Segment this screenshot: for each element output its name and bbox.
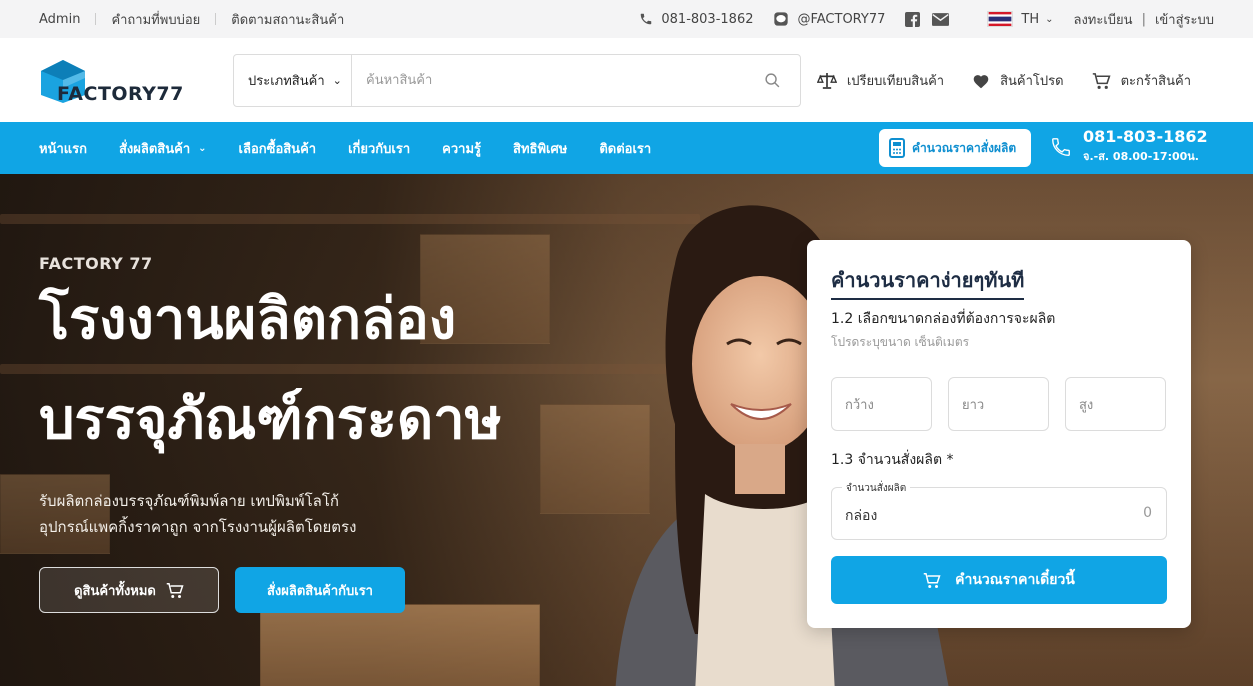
hero-description: รับผลิตกล่องบรรจุภัณฑ์พิมพ์ลาย เทปพิมพ์โ… (39, 488, 459, 540)
nav-item-contact[interactable]: ติดต่อเรา (599, 138, 651, 159)
nav-phone-number: 081-803-1862 (1083, 127, 1208, 146)
main-nav: หน้าแรก สั่งผลิตสินค้า ⌄ เลือกซื้อสินค้า… (0, 122, 1253, 174)
business-hours: จ.-ส. 08.00-17:00น. (1083, 150, 1199, 163)
favorites-label: สินค้าโปรด (1000, 74, 1064, 89)
calculate-price-label: คำนวณราคาสั่งผลิต (912, 140, 1017, 155)
compare-label: เปรียบเทียบสินค้า (846, 74, 945, 89)
site-header: FACTORY77 ประเภทสินค้า ⌄ เปรียบเทียบสินค… (0, 38, 1253, 122)
scale-icon (816, 73, 837, 89)
divider (95, 13, 97, 25)
search-icon (764, 73, 779, 88)
nav-phone-text: 081-803-1862 จ.-ส. 08.00-17:00น. (1083, 128, 1208, 165)
favorites-link[interactable]: สินค้าโปรด (972, 70, 1064, 91)
calculate-now-button[interactable]: คำนวณราคาเดี๋ยวนี้ (831, 556, 1167, 604)
nav-item-shop[interactable]: เลือกซื้อสินค้า (239, 138, 317, 159)
topbar-line[interactable]: @FACTORY77 (773, 11, 885, 27)
facebook-icon[interactable] (905, 11, 921, 27)
nav-item-label: สั่งผลิตสินค้า (119, 141, 191, 157)
calculator-icon (889, 138, 905, 158)
chevron-down-icon: ⌄ (1045, 13, 1054, 25)
phone-icon (1052, 137, 1070, 156)
category-label: ประเภทสินค้า (248, 74, 325, 89)
hero-description-line2: อุปกรณ์แพคกิ้งราคาถูก จากโรงงานผู้ผลิตโด… (39, 518, 357, 536)
search-input[interactable] (352, 55, 744, 106)
language-selector[interactable]: TH ⌄ (987, 11, 1053, 27)
nav-item-knowledge[interactable]: ความรู้ (442, 138, 481, 159)
search-bar: ประเภทสินค้า ⌄ (233, 54, 801, 107)
social-icons (905, 11, 957, 27)
order-with-us-button[interactable]: สั่งผลิตสินค้ากับเรา (235, 567, 405, 613)
box-size-label: 1.2 เลือกขนาดกล่องที่ต้องการจะผลิต (831, 311, 1056, 327)
quantity-unit: กล่อง (845, 508, 878, 524)
calculate-price-button[interactable]: คำนวณราคาสั่งผลิต (879, 129, 1031, 167)
compare-link[interactable]: เปรียบเทียบสินค้า (816, 70, 945, 91)
nav-phone[interactable]: 081-803-1862 จ.-ส. 08.00-17:00น. (1050, 128, 1208, 165)
faq-link[interactable]: คำถามที่พบบ่อย (111, 9, 200, 30)
chevron-down-icon: ⌄ (332, 74, 342, 87)
calculate-now-label: คำนวณราคาเดี๋ยวนี้ (955, 572, 1075, 588)
height-field[interactable]: สูง (1065, 377, 1166, 431)
nav-item-order[interactable]: สั่งผลิตสินค้า ⌄ (119, 138, 207, 159)
cart-icon (923, 572, 941, 588)
chevron-down-icon: ⌄ (198, 142, 207, 154)
quantity-label: 1.3 จำนวนสั่งผลิต * (831, 452, 954, 468)
auth-links: ลงทะเบียน | เข้าสู่ระบบ (1073, 9, 1214, 30)
line-icon (774, 12, 789, 26)
calculator-title: คำนวนราคาง่ายๆทันที (831, 264, 1025, 300)
view-all-products-label: ดูสินค้าทั้งหมด (74, 583, 156, 599)
cart-link[interactable]: ตะกร้าสินค้า (1092, 70, 1191, 91)
quantity-field-label: จำนวนสั่งผลิต (842, 481, 911, 496)
utility-right: 081-803-1862 @FACTORY77 TH ⌄ ลงทะเบียน |… (619, 9, 1214, 30)
cart-icon (1092, 72, 1111, 89)
quantity-field[interactable]: จำนวนสั่งผลิต กล่อง 0 (831, 481, 1167, 540)
width-field[interactable]: กว้าง (831, 377, 932, 431)
heart-icon (973, 74, 989, 88)
header-actions: เปรียบเทียบสินค้า สินค้าโปรด ตะกร้าสินค้… (789, 70, 1191, 91)
cart-label: ตะกร้าสินค้า (1120, 74, 1191, 89)
hero-eyebrow: FACTORY 77 (39, 254, 153, 273)
price-calculator-card: คำนวนราคาง่ายๆทันที 1.2 เลือกขนาดกล่องที… (807, 240, 1191, 628)
track-order-link[interactable]: ติดตามสถานะสินค้า (231, 9, 344, 30)
site-logo[interactable]: FACTORY77 (39, 58, 189, 106)
nav-item-home[interactable]: หน้าแรก (39, 138, 87, 159)
background-box (260, 604, 540, 686)
topbar-phone[interactable]: 081-803-1862 (639, 12, 753, 27)
language-code: TH (1021, 11, 1040, 27)
nav-item-privileges[interactable]: สิทธิพิเศษ (513, 138, 567, 159)
box-size-hint: โปรดระบุขนาด เซ็นติเมตร (831, 335, 970, 349)
phone-icon (641, 13, 652, 25)
cart-icon (166, 582, 184, 598)
register-link[interactable]: ลงทะเบียน (1073, 9, 1132, 30)
view-all-products-button[interactable]: ดูสินค้าทั้งหมด (39, 567, 219, 613)
hero-title-line2: บรรจุภัณฑ์กระดาษ (39, 387, 502, 452)
login-link[interactable]: เข้าสู่ระบบ (1155, 9, 1214, 30)
quantity-value: 0 (1143, 505, 1152, 521)
hero-title-line1: โรงงานผลิตกล่อง (39, 287, 457, 352)
thai-flag-icon (987, 11, 1014, 27)
topbar-phone-number: 081-803-1862 (661, 11, 754, 27)
hero-description-line1: รับผลิตกล่องบรรจุภัณฑ์พิมพ์ลาย เทปพิมพ์โ… (39, 492, 340, 510)
admin-link[interactable]: Admin (39, 12, 80, 27)
top-utility-bar: Admin คำถามที่พบบ่อย ติดตามสถานะสินค้า 0… (0, 0, 1253, 38)
auth-separator: | (1141, 11, 1146, 27)
email-icon[interactable] (932, 12, 950, 26)
divider (215, 13, 217, 25)
logo-text: FACTORY77 (57, 83, 184, 105)
length-field[interactable]: ยาว (948, 377, 1049, 431)
category-dropdown[interactable]: ประเภทสินค้า ⌄ (234, 55, 352, 106)
topbar-line-id: @FACTORY77 (797, 11, 886, 27)
nav-item-about[interactable]: เกี่ยวกับเรา (348, 138, 410, 159)
hero-banner: FACTORY 77 โรงงานผลิตกล่อง บรรจุภัณฑ์กระ… (0, 174, 1253, 686)
utility-links: Admin คำถามที่พบบ่อย ติดตามสถานะสินค้า (39, 9, 344, 30)
